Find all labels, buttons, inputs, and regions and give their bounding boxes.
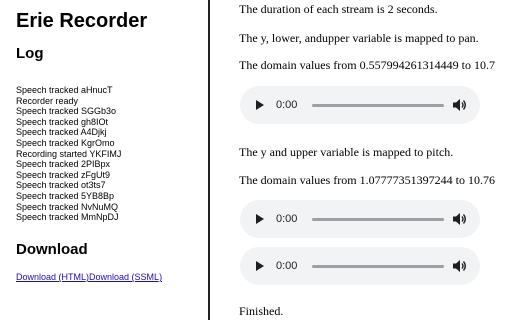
play-icon[interactable] [256,261,264,271]
download-heading: Download [16,241,88,258]
sidebar: Erie Recorder Log Speech tracked aHnucT … [0,0,210,320]
log-heading: Log [16,45,44,62]
mapping-pitch-text: The y and upper variable is mapped to pi… [239,145,454,159]
log-entry: Speech tracked KgrOmo [16,137,115,148]
mapping-pan-text: The y, lower, andupper variable is mappe… [239,31,479,45]
log-entry: Speech tracked gh8IOt [16,116,109,127]
volume-icon[interactable] [452,97,466,113]
audio-player: 0:00 [240,247,480,285]
log-entry: Speech tracked 5YB8Bp [16,190,115,201]
log-entry: Speech tracked aHnucT [16,85,113,95]
finished-text: Finished. [239,304,284,318]
audio-player: 0:00 [240,86,480,124]
time-display: 0:00 [276,260,298,272]
log-entry: Speech tracked A4Djkj [16,127,107,138]
audio-player: 0:00 [240,200,480,238]
log-entry: Speech tracked SGGb3o [16,106,117,117]
log-entry: Speech tracked 2PIBpx [16,159,111,170]
seek-bar[interactable] [312,104,444,107]
volume-icon[interactable] [452,211,466,227]
play-icon[interactable] [256,214,264,224]
seek-bar[interactable] [312,218,444,221]
domain-pan-text: The domain values from 0.557994261314449… [239,58,495,72]
log-entry: Speech tracked zFgUt9 [16,169,111,180]
log-entry: Recorder ready [16,95,79,106]
log-entry: Recording started YKFIMJ [16,148,122,159]
duration-text: The duration of each stream is 2 seconds… [239,2,438,16]
download-html-link[interactable]: Download (HTML) [16,272,89,282]
download-links: Download (HTML)Download (SSML) [16,271,162,283]
log-entry: Speech tracked MmNpDJ [16,212,119,223]
play-icon[interactable] [256,100,264,110]
time-display: 0:00 [276,213,298,225]
seek-bar[interactable] [312,265,444,268]
volume-icon[interactable] [452,258,466,274]
log-list: Speech tracked aHnucT Recorder ready Spe… [16,85,121,223]
main-content: The duration of each stream is 2 seconds… [212,0,512,320]
domain-pitch-text: The domain values from 1.07777351397244 … [239,173,495,187]
download-ssml-link[interactable]: Download (SSML) [89,272,162,282]
log-entry: Speech tracked NvNuMQ [16,201,119,212]
app-title: Erie Recorder [16,10,148,32]
log-entry: Speech tracked ot3ts7 [16,180,106,191]
time-display: 0:00 [276,99,298,111]
